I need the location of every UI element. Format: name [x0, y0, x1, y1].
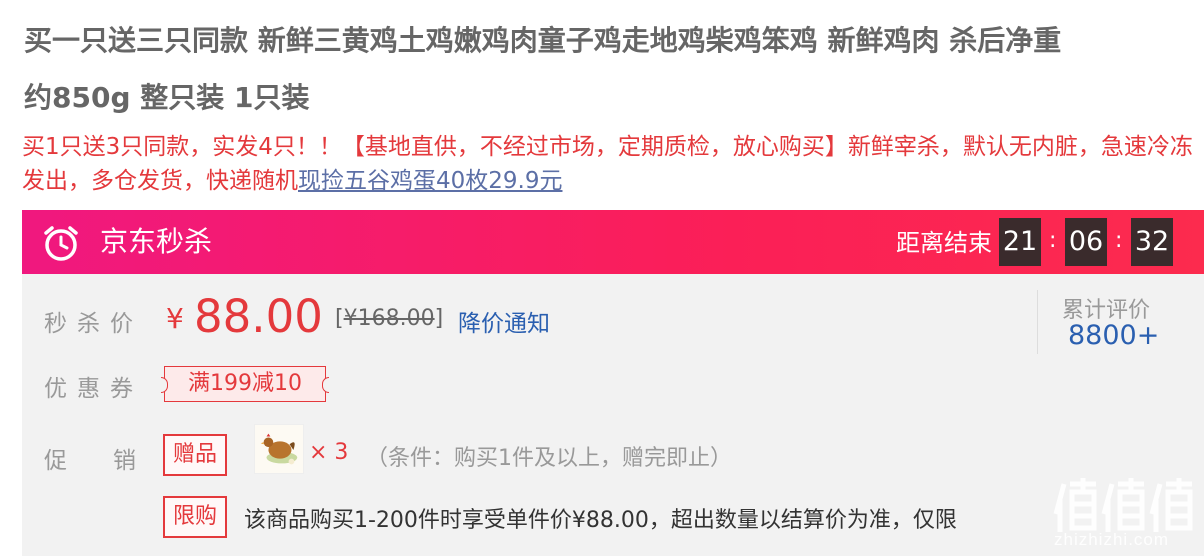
countdown-label: 距离结束 [896, 229, 992, 257]
product-title-line-2: 约850g 整只装 1只装 [24, 81, 310, 114]
gift-condition: （条件：购买1件及以上，赠完即止） [366, 446, 732, 471]
gift-tag: 赠品 [163, 434, 227, 476]
promo-link[interactable]: 现捡五谷鸡蛋40枚29.9元 [298, 168, 562, 194]
original-price-open: [ [335, 306, 344, 331]
original-price-close: ] [434, 306, 444, 331]
product-title-line-1: 买一只送三只同款 新鲜三黄鸡土鸡嫩鸡肉童子鸡走地鸡柴鸡笨鸡 新鲜鸡肉 杀后净重 [24, 24, 1062, 57]
promotion-label: 促销 [44, 448, 182, 474]
price-drop-notify-link[interactable]: 降价通知 [458, 304, 550, 338]
limit-text: 该商品购买1-200件时享受单件价¥88.00，超出数量以结算价为准，仅限 [244, 508, 957, 533]
promo-text: 买1只送3只同款，实发4只！！【基地直供，不经过市场，定期质检，放心购买】新鲜宰… [22, 134, 1193, 194]
countdown-seconds: 32 [1131, 218, 1173, 266]
countdown-separator: : [1049, 228, 1057, 253]
price-panel: 秒杀价 ¥ 88.00 [¥168.00] 降价通知 累计评价 8800+ 优惠… [22, 274, 1204, 556]
watermark-text: zhizhizhi.com [1054, 530, 1170, 549]
chicken-gift-icon[interactable] [254, 424, 304, 474]
original-price: [¥168.00] [335, 306, 443, 331]
review-count-link[interactable]: 8800+ [1068, 320, 1159, 351]
coupon-ticket[interactable]: 满199减10 [161, 366, 329, 402]
price-label: 秒杀价 [44, 311, 143, 337]
gift-quantity: × 3 [309, 440, 349, 465]
price-currency: ¥ [166, 302, 184, 335]
seckill-title: 京东秒杀 [100, 225, 213, 258]
original-price-value: ¥168.00 [343, 306, 435, 331]
alarm-clock-icon [44, 226, 78, 261]
countdown-minutes: 06 [1065, 218, 1107, 266]
limit-tag: 限购 [163, 496, 227, 538]
product-title: 买一只送三只同款 新鲜三黄鸡土鸡嫩鸡肉童子鸡走地鸡柴鸡笨鸡 新鲜鸡肉 杀后净重 … [24, 12, 1204, 126]
countdown-hours: 21 [999, 218, 1041, 266]
countdown-separator: : [1115, 228, 1123, 253]
promo-description: 买1只送3只同款，实发4只！！【基地直供，不经过市场，定期质检，放心购买】新鲜宰… [22, 130, 1202, 198]
seckill-bar: 京东秒杀 距离结束 21 : 06 : 32 [22, 210, 1204, 274]
divider [1037, 290, 1038, 354]
coupon-label: 优惠券 [44, 376, 143, 402]
seckill-price: 88.00 [194, 290, 323, 343]
